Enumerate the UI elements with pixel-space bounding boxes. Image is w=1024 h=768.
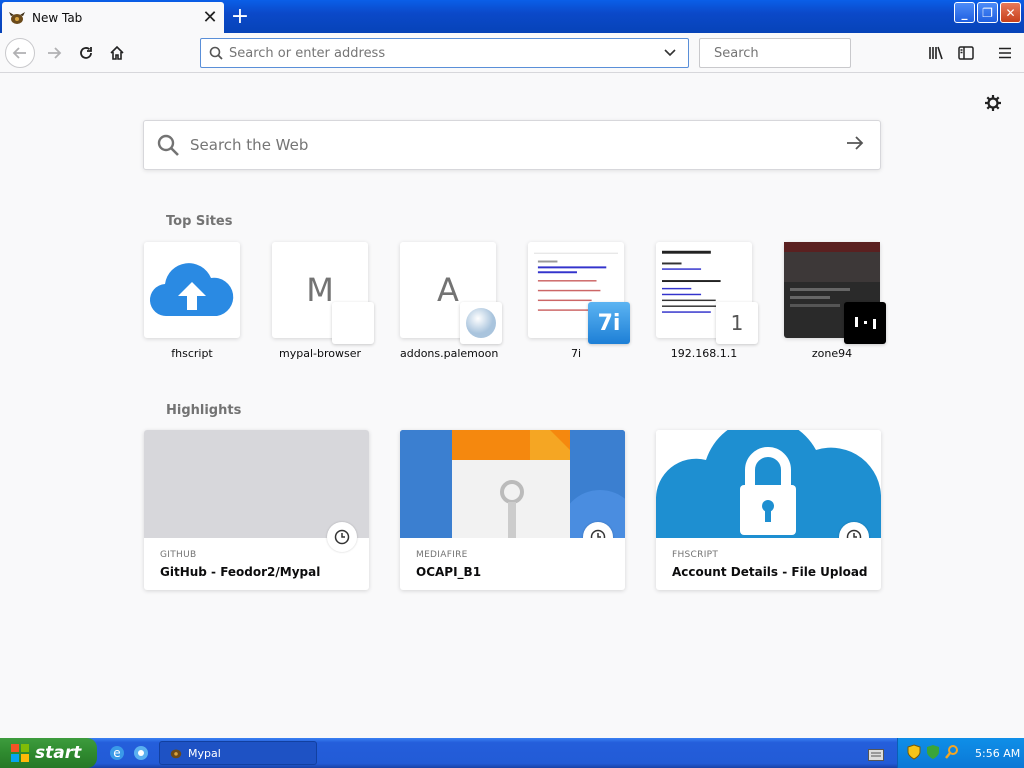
top-site-tile[interactable]: M mypal-browser [272, 242, 374, 360]
site-favicon [332, 302, 374, 344]
tab-close-icon[interactable]: ✕ [200, 7, 220, 28]
title-bar: New Tab ✕ + _ ❐ ✕ [0, 0, 1024, 33]
highlight-card[interactable]: FHSCRIPT Account Details - File Upload S… [656, 430, 881, 590]
highlight-source: FHSCRIPT [672, 550, 719, 560]
keyboard-icon[interactable] [868, 746, 884, 765]
top-site-letter: A [437, 271, 459, 309]
clock-time: 5:56 AM [975, 746, 1021, 760]
top-site-tile[interactable]: zone94 [784, 242, 886, 360]
taskbar-item-mypal[interactable]: Mypal [159, 741, 317, 765]
taskbar-item-label: Mypal [188, 746, 221, 760]
top-site-letter: M [306, 271, 334, 309]
moon-icon [466, 308, 496, 338]
highlights-heading: Highlights [166, 403, 242, 418]
zip-file-icon [400, 430, 625, 538]
forward-arrow-icon [48, 47, 62, 59]
top-site-label: 192.168.1.1 [670, 347, 738, 360]
web-search-input[interactable] [190, 136, 846, 154]
mypal-favicon-icon [8, 10, 26, 26]
highlight-image [144, 430, 369, 552]
site-favicon: 7i [588, 302, 630, 344]
system-tray: 5:56 AM [897, 738, 1024, 768]
forward-button[interactable] [40, 39, 68, 67]
start-label: start [35, 743, 82, 763]
highlight-title: GitHub - Feodor2/Mypal [160, 565, 321, 579]
top-site-label: 7i [570, 347, 582, 360]
menu-button[interactable] [991, 39, 1019, 67]
start-button[interactable]: start [0, 738, 97, 768]
internet-explorer-icon[interactable]: e [108, 744, 126, 766]
top-site-label: fhscript [171, 347, 213, 360]
clock-icon [327, 522, 357, 552]
top-sites-heading: Top Sites [166, 214, 233, 229]
cloud-upload-icon [149, 263, 234, 317]
highlight-title: Account Details - File Upload Scr... [672, 565, 872, 579]
top-site-tile[interactable]: fhscript [144, 242, 240, 360]
maximize-button[interactable]: ❐ [977, 2, 998, 23]
address-input[interactable] [229, 45, 658, 61]
library-icon [929, 46, 943, 60]
back-button[interactable] [5, 38, 35, 68]
top-site-tile[interactable]: A addons.palemoon [400, 242, 502, 360]
highlight-title: OCAPI_B1 [416, 565, 482, 579]
highlight-card[interactable]: GITHUB GitHub - Feodor2/Mypal [144, 430, 369, 590]
minimize-button[interactable]: _ [954, 2, 975, 23]
search-bar[interactable] [699, 38, 884, 68]
top-site-tile[interactable]: 1 192.168.1.1 [656, 242, 758, 360]
highlight-image [656, 430, 881, 538]
address-bar[interactable] [200, 38, 689, 68]
web-search-box[interactable] [143, 120, 881, 170]
top-site-tile[interactable]: 7i 7i [528, 242, 630, 360]
security-center-icon[interactable] [925, 744, 941, 763]
top-site-label: addons.palemoon [400, 347, 499, 360]
site-favicon: 1 [716, 302, 758, 344]
windows-logo-icon [11, 744, 29, 762]
shield-icon[interactable] [906, 743, 922, 763]
highlight-source: MEDIAFIRE [416, 550, 468, 560]
top-site-thumbnail [784, 242, 886, 344]
reload-icon [80, 47, 92, 59]
library-button[interactable] [922, 39, 950, 67]
navigation-toolbar [0, 33, 1024, 73]
top-site-thumbnail: 1 [656, 242, 758, 344]
cloud-lock-icon [656, 430, 881, 538]
mypal-icon [170, 749, 182, 759]
top-site-thumbnail: M [272, 242, 374, 344]
top-site-label: mypal-browser [279, 347, 361, 360]
arrow-right-icon[interactable] [846, 135, 864, 155]
new-tab-button[interactable]: + [228, 4, 252, 29]
tab-new-tab[interactable]: New Tab ✕ [2, 2, 224, 33]
close-window-button[interactable]: ✕ [1000, 2, 1021, 23]
gear-icon[interactable] [984, 94, 1004, 114]
search-icon [157, 134, 179, 156]
site-favicon [460, 302, 502, 344]
top-site-thumbnail: A [400, 242, 502, 344]
back-arrow-icon [12, 47, 26, 59]
search-input[interactable] [714, 45, 884, 61]
top-site-label: zone94 [811, 347, 853, 360]
chevron-down-icon[interactable] [658, 49, 682, 57]
new-tab-page: Top Sites fhscript M mypal-browser A add… [0, 74, 1024, 738]
home-icon [110, 45, 124, 60]
svg-text:e: e [113, 746, 120, 760]
highlight-image [400, 430, 625, 538]
browser-quicklaunch-icon[interactable] [132, 744, 150, 766]
top-site-thumbnail [144, 242, 240, 338]
windows-taskbar: start e Mypal 5:56 AM [0, 738, 1024, 768]
reload-button[interactable] [72, 39, 100, 67]
top-site-thumbnail: 7i [528, 242, 630, 344]
hamburger-menu-icon [999, 47, 1011, 59]
home-button[interactable] [103, 39, 131, 67]
site-favicon [844, 302, 886, 344]
sidebar-button[interactable] [952, 39, 980, 67]
highlight-card[interactable]: MEDIAFIRE OCAPI_B1 [400, 430, 625, 590]
search-icon [209, 46, 223, 60]
sidebar-icon [958, 46, 974, 60]
search-icon[interactable] [944, 744, 960, 763]
tab-title: New Tab [32, 10, 83, 25]
